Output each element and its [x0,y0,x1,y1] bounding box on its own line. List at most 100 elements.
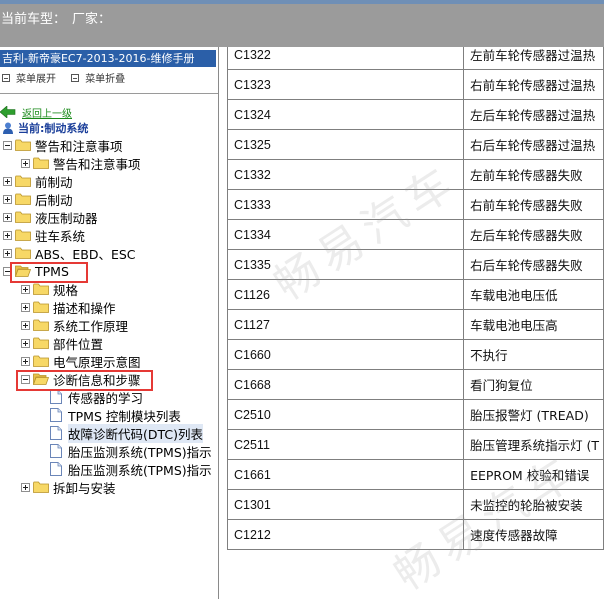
tree-item[interactable]: 胎压监测系统(TPMS)指示 [38,442,212,460]
folder-icon [15,139,35,151]
dtc-description-cell: 不执行 [463,339,604,370]
expand-icon[interactable] [21,158,30,168]
table-row: C1661 EEPROM 校验和错误 [226,459,604,490]
table-row: C1335 右后车轮传感器失败 [226,249,604,280]
dtc-code-cell: C1324 [226,99,465,130]
folder-icon [33,355,53,367]
expand-icon[interactable] [3,212,12,222]
tree-item[interactable]: TPMS 控制模块列表 [38,406,181,424]
tree-item[interactable]: 系统工作原理 [21,316,128,334]
tree-item[interactable]: 拆卸与安装 [21,478,116,496]
tree-item-label: 驻车系统 [35,228,86,244]
tree-item-label: 液压制动器 [35,210,98,226]
expand-menu-button[interactable]: 菜单展开 [2,70,56,85]
expand-icon[interactable] [21,338,30,348]
tree-item-label: 部件位置 [53,336,104,352]
tree-item[interactable]: ABS、EBD、ESC [3,244,136,262]
dtc-description-cell: 右前车轮传感器过温热 [463,69,604,100]
collapse-icon[interactable] [3,140,12,150]
dtc-code-cell: C1661 [226,459,465,490]
tree-item-label: 警告和注意事项 [35,138,123,154]
folder-icon [15,247,35,259]
navigation-pane: 吉利-新帝豪EC7-2013-2016-维修手册 菜单展开 菜单折叠 返回上一级… [0,47,219,599]
table-row: C1668 看门狗复位 [226,369,604,400]
tree-item[interactable]: 描述和操作 [21,298,116,316]
folder-icon [33,319,53,331]
collapse-menu-button[interactable]: 菜单折叠 [71,70,125,85]
dtc-code-cell: C1332 [226,159,465,190]
dtc-code-cell: C1126 [226,279,465,310]
dtc-description-cell: 右后车轮传感器过温热 [463,129,604,160]
expand-box-icon [2,73,10,82]
dtc-code-cell: C1323 [226,69,465,100]
tree-item[interactable]: 前制动 [3,172,73,190]
dtc-description-cell: 车载电池电压高 [463,309,604,340]
dtc-description-cell: 未监控的轮胎被安装 [463,489,604,520]
tree-item[interactable]: 后制动 [3,190,73,208]
highlight-box-tpms [10,262,88,283]
table-row: C1126 车载电池电压低 [226,279,604,310]
dtc-code-cell: C2510 [226,399,465,430]
collapse-box-icon [71,73,80,82]
table-row: C1212 速度传感器故障 [226,519,604,550]
expand-icon[interactable] [3,248,12,258]
document-icon [50,426,68,440]
tree-item[interactable]: 胎压监测系统(TPMS)指示 [38,460,212,478]
dtc-description-cell: 看门狗复位 [463,369,604,400]
tree-item[interactable]: 部件位置 [21,334,103,352]
tree-item[interactable]: 电气原理示意图 [21,352,141,370]
expand-icon[interactable] [21,320,30,330]
tree-item[interactable]: 警告和注意事项 [3,136,123,154]
highlight-box-diagnostics [16,370,153,391]
back-arrow-icon [0,106,16,118]
table-row: C1323 右前车轮传感器过温热 [226,69,604,100]
tree-item[interactable]: 液压制动器 [3,208,98,226]
vehicle-info: 当前车型： 厂家： [1,8,117,27]
manufacturer-label: 厂家： [72,12,112,27]
dtc-description-cell: 左后车轮传感器失败 [463,219,604,250]
document-icon [50,390,68,404]
manual-title: 吉利-新帝豪EC7-2013-2016-维修手册 [0,50,216,67]
dtc-description-cell: 胎压管理系统指示灯 (T [463,429,604,460]
tree-item-label: 胎压监测系统(TPMS)指示 [68,444,212,460]
content-pane: C1322 左前车轮传感器过温热 C1323 右前车轮传感器过温热 C1324 左后车轮传… [220,47,604,599]
folder-icon [33,157,53,169]
tree-item-label: TPMS 控制模块列表 [68,408,181,424]
tree-item-label: 前制动 [35,174,73,190]
table-row: C2511 胎压管理系统指示灯 (T [226,429,604,460]
expand-icon[interactable] [21,482,30,492]
dtc-table: C1322 左前车轮传感器过温热 C1323 右前车轮传感器过温热 C1324 左后车轮传… [226,47,604,550]
back-link[interactable]: 返回上一级 [22,105,72,120]
tree-item-label: 警告和注意事项 [53,156,141,172]
dtc-description-cell: EEPROM 校验和错误 [463,459,604,490]
expand-icon[interactable] [3,194,12,204]
dtc-description-cell: 右前车轮传感器失败 [463,189,604,220]
tree-item[interactable]: 警告和注意事项 [21,154,141,172]
folder-icon [33,481,53,493]
dtc-description-cell: 左后车轮传感器过温热 [463,99,604,130]
folder-icon [33,337,53,349]
expand-icon[interactable] [3,176,12,186]
tree-item-label: 后制动 [35,192,73,208]
dtc-code-cell: C1335 [226,249,465,280]
expand-icon[interactable] [21,356,30,366]
back-link-row: 返回上一级 [0,105,72,120]
expand-icon[interactable] [3,230,12,240]
table-row: C1334 左后车轮传感器失败 [226,219,604,250]
document-icon [50,408,68,422]
table-row: C1325 右后车轮传感器过温热 [226,129,604,160]
document-icon [50,444,68,458]
dtc-code-cell: C1322 [226,47,465,70]
dtc-description-cell: 左前车轮传感器过温热 [463,47,604,70]
dtc-code-cell: C1127 [226,309,465,340]
tree-item-label: 拆卸与安装 [53,480,116,496]
dtc-description-cell: 车载电池电压低 [463,279,604,310]
tree-item[interactable]: 驻车系统 [3,226,85,244]
tree-item[interactable]: 故障诊断代码(DTC)列表 [38,423,204,443]
folder-icon [15,211,35,223]
expand-icon[interactable] [21,302,30,312]
tree-item-label: 故障诊断代码(DTC)列表 [68,423,204,443]
dtc-code-cell: C1660 [226,339,465,370]
tree-item-label: 胎压监测系统(TPMS)指示 [68,462,212,478]
expand-icon[interactable] [21,284,30,294]
